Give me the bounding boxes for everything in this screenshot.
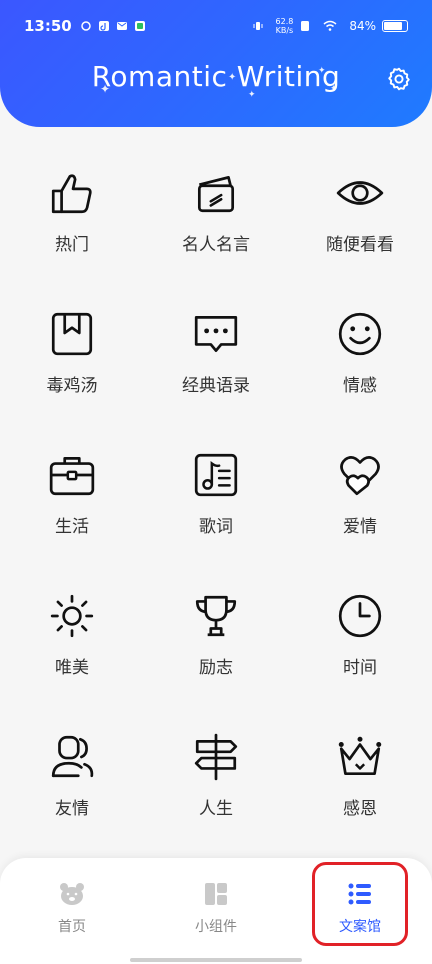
app-title: Romantic Writing (91, 60, 341, 93)
category-label: 经典语录 (182, 376, 250, 396)
smile-icon (338, 312, 382, 356)
category-browse[interactable]: 随便看看 (288, 140, 432, 281)
settings-gear-icon[interactable] (386, 66, 412, 92)
notification-icon (81, 21, 91, 31)
category-emotion[interactable]: 情感 (288, 281, 432, 422)
category-inspiration[interactable]: 励志 (144, 563, 288, 704)
vibrate-icon (253, 22, 263, 30)
category-label: 歌词 (199, 517, 233, 537)
category-poison-soup[interactable]: 毒鸡汤 (0, 281, 144, 422)
status-time: 13:50 (24, 17, 72, 35)
signpost-icon (194, 733, 238, 781)
category-label: 毒鸡汤 (46, 376, 98, 396)
net-speed: 62.8 KB/s (276, 17, 294, 35)
clock-icon (338, 594, 382, 638)
crown-icon (338, 736, 382, 776)
tiktok-icon (98, 21, 109, 31)
header: 13:50 62.8 KB/s 84% ✦ ✦ ✦ ✦ ✦ Romantic W… (0, 0, 432, 127)
category-label: 感恩 (343, 799, 377, 819)
category-label: 爱情 (343, 517, 377, 537)
nfc-icon (301, 21, 310, 31)
category-label: 随便看看 (326, 235, 394, 255)
bear-face-icon (60, 883, 84, 905)
tab-home-label: 首页 (58, 919, 86, 935)
category-label: 生活 (55, 517, 89, 537)
music-note-icon (194, 453, 238, 497)
sun-icon (50, 594, 94, 638)
category-label: 人生 (199, 799, 233, 819)
trophy-icon (195, 595, 237, 637)
category-label: 热门 (55, 235, 89, 255)
tab-widgets[interactable]: 小组件 (166, 880, 266, 936)
tab-home[interactable]: 首页 (22, 880, 122, 936)
category-label: 时间 (343, 658, 377, 678)
category-lyrics[interactable]: 歌词 (144, 422, 288, 563)
category-gratitude[interactable]: 感恩 (288, 704, 432, 845)
category-love[interactable]: 爱情 (288, 422, 432, 563)
wifi-icon (323, 20, 337, 31)
category-label: 励志 (199, 658, 233, 678)
bookmark-book-icon (51, 312, 93, 356)
category-classic-quotes[interactable]: 经典语录 (144, 281, 288, 422)
home-indicator[interactable] (130, 958, 302, 962)
highlight-box (312, 862, 408, 946)
eye-icon (336, 181, 384, 205)
category-time[interactable]: 时间 (288, 563, 432, 704)
category-life[interactable]: 生活 (0, 422, 144, 563)
status-right: 62.8 KB/s 84% (252, 17, 408, 35)
message-icon (116, 22, 127, 30)
status-bar: 13:50 62.8 KB/s 84% (0, 0, 432, 52)
battery-icon (382, 20, 408, 32)
cards-icon (197, 176, 235, 213)
category-label: 名人名言 (182, 235, 250, 255)
category-hot[interactable]: 热门 (0, 140, 144, 281)
category-label: 情感 (343, 376, 377, 396)
net-speed-value: 62.8 (275, 17, 294, 26)
category-aesthetic[interactable]: 唯美 (0, 563, 144, 704)
category-label: 友情 (55, 799, 89, 819)
net-speed-unit: KB/s (275, 26, 294, 35)
category-label: 唯美 (55, 658, 89, 678)
battery-percent: 84% (349, 19, 376, 33)
briefcase-icon (49, 456, 95, 496)
app-icon (134, 21, 145, 31)
category-friendship[interactable]: 友情 (0, 704, 144, 845)
chat-bubble-icon (194, 315, 238, 353)
category-life-path[interactable]: 人生 (144, 704, 288, 845)
friends-icon (51, 735, 94, 778)
thumbs-up-icon (51, 174, 92, 214)
category-grid: 热门 名人名言 随便看看 毒鸡汤 经典语录 情感 生活 歌词 爱情 唯美 励志 … (0, 140, 432, 845)
hearts-icon (340, 456, 380, 496)
tab-widgets-label: 小组件 (195, 919, 237, 935)
widgets-icon (205, 883, 227, 905)
category-famous-quotes[interactable]: 名人名言 (144, 140, 288, 281)
